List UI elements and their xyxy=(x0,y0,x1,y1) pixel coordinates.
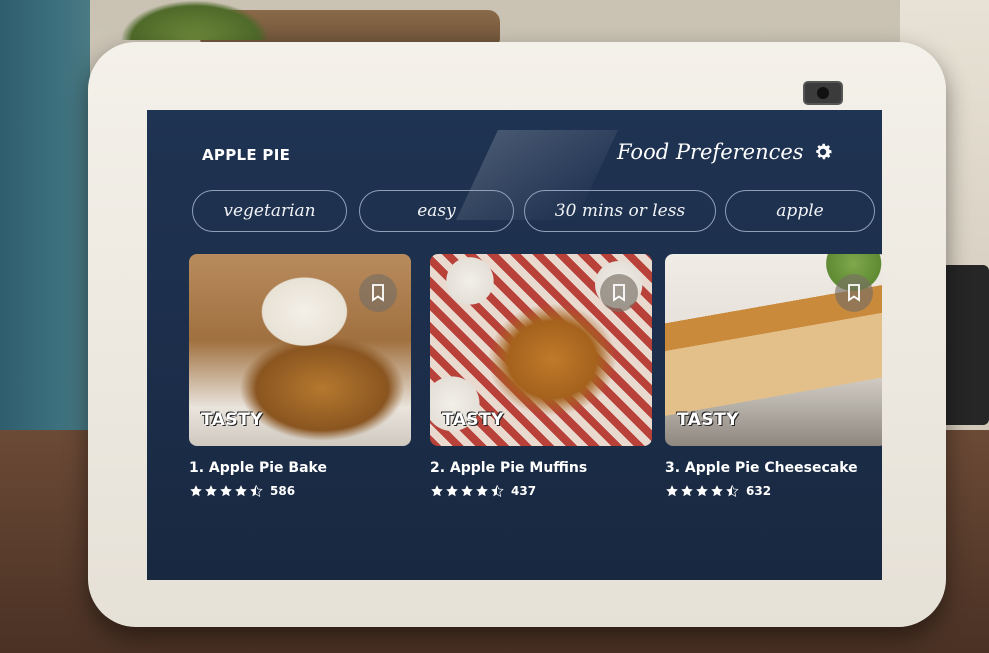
recipe-rating: 632 xyxy=(665,484,882,498)
star-rating xyxy=(430,484,504,498)
filter-chip-label: easy xyxy=(417,201,456,221)
review-count: 586 xyxy=(270,484,296,498)
review-count: 437 xyxy=(511,484,537,498)
recipe-card[interactable]: TASTY 2. Apple Pie Muffins 437 xyxy=(430,254,652,498)
tasty-logo: TASTY xyxy=(201,410,264,430)
star-icon xyxy=(711,485,723,497)
filter-chip-30-mins[interactable]: 30 mins or less xyxy=(524,190,716,232)
half-star-icon xyxy=(250,485,263,498)
screen: APPLE PIE Food Preferences vegetarian ea… xyxy=(147,110,882,580)
star-icon xyxy=(220,485,232,497)
half-star-icon xyxy=(726,485,739,498)
background-plant xyxy=(120,0,270,40)
star-icon xyxy=(205,485,217,497)
star-icon xyxy=(696,485,708,497)
bookmark-button[interactable] xyxy=(359,274,397,312)
star-icon xyxy=(461,485,473,497)
star-icon xyxy=(666,485,678,497)
filter-chip-apple[interactable]: apple xyxy=(725,190,875,232)
recipe-image: TASTY xyxy=(665,254,882,446)
recipe-rating: 437 xyxy=(430,484,652,498)
star-icon xyxy=(681,485,693,497)
star-icon xyxy=(235,485,247,497)
recipe-title: 3. Apple Pie Cheesecake xyxy=(665,460,858,476)
bookmark-icon xyxy=(372,284,384,302)
recipe-rating: 586 xyxy=(189,484,411,498)
star-icon xyxy=(190,485,202,497)
food-preferences-button[interactable]: Food Preferences xyxy=(617,140,834,164)
recipe-title: 2. Apple Pie Muffins xyxy=(430,460,588,476)
recipe-title: 1. Apple Pie Bake xyxy=(189,460,327,476)
star-icon xyxy=(431,485,443,497)
star-rating xyxy=(189,484,263,498)
star-rating xyxy=(665,484,739,498)
recipe-card[interactable]: TASTY 1. Apple Pie Bake 586 xyxy=(189,254,411,498)
star-icon xyxy=(446,485,458,497)
bookmark-icon xyxy=(613,284,625,302)
filter-chip-easy[interactable]: easy xyxy=(359,190,514,232)
filter-chip-vegetarian[interactable]: vegetarian xyxy=(192,190,347,232)
camera-shutter-icon xyxy=(803,81,843,105)
filter-chip-label: vegetarian xyxy=(223,201,316,221)
recipe-card[interactable]: TASTY 3. Apple Pie Cheesecake 632 xyxy=(665,254,882,498)
filter-chip-label: apple xyxy=(776,201,824,221)
filter-chip-label: 30 mins or less xyxy=(554,201,686,221)
page-title: APPLE PIE xyxy=(202,146,291,164)
recipe-image: TASTY xyxy=(189,254,411,446)
star-icon xyxy=(476,485,488,497)
bookmark-button[interactable] xyxy=(835,274,873,312)
recipe-image: TASTY xyxy=(430,254,652,446)
half-star-icon xyxy=(491,485,504,498)
bookmark-button[interactable] xyxy=(600,274,638,312)
tasty-logo: TASTY xyxy=(677,410,740,430)
tasty-logo: TASTY xyxy=(442,410,505,430)
gear-icon xyxy=(815,143,832,160)
bookmark-icon xyxy=(848,284,860,302)
food-preferences-label: Food Preferences xyxy=(617,140,804,164)
review-count: 632 xyxy=(746,484,772,498)
